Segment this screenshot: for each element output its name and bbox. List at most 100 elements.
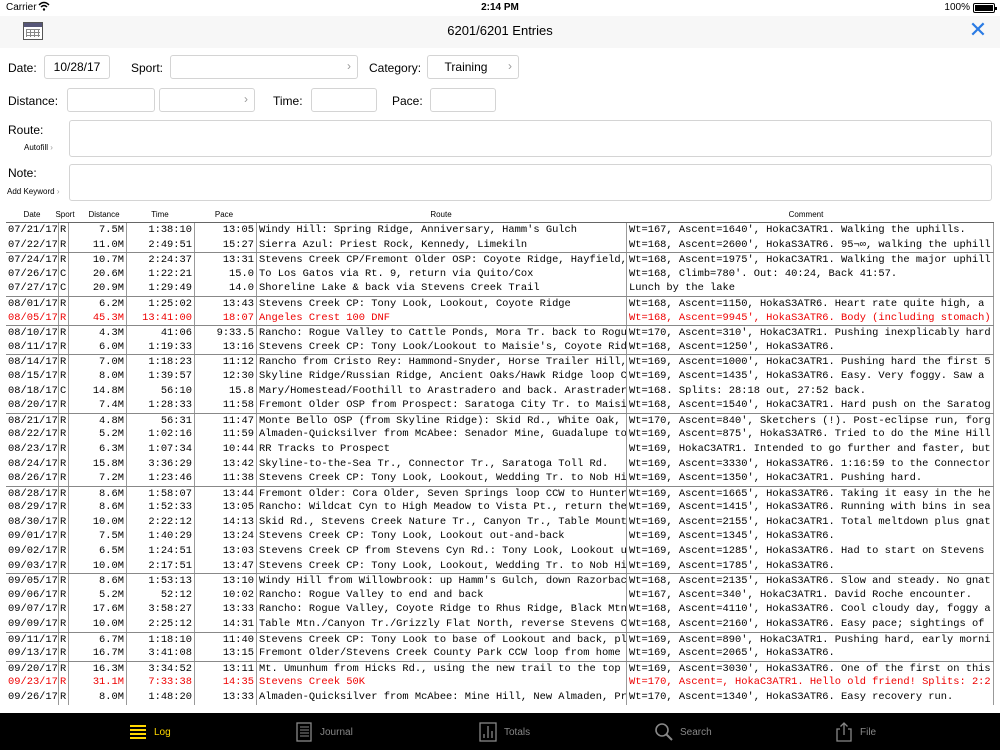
add-keyword-label: Add Keyword — [7, 187, 55, 196]
date-field[interactable]: 10/28/17 — [44, 55, 110, 79]
table-row[interactable]: 09/01/17 R 7.5M 1:40:29 13:24 Stevens Creek C… — [6, 529, 994, 545]
table-row[interactable]: 08/21/17 R 4.8M 56:31 11:47 Monte Bello OSP (… — [6, 412, 994, 429]
table-row[interactable]: 09/11/17 R 6.7M 1:18:10 11:40 Stevens Creek C… — [6, 631, 994, 648]
cell-route: Stevens Creek CP: Tony Look, Lookout, We… — [256, 471, 626, 486]
pace-field[interactable] — [430, 88, 496, 112]
cell-comment: Wt=168, Ascent=9945', HokaS3ATR6. Body (… — [626, 310, 994, 326]
cell-time: 3:58:27 — [126, 602, 194, 618]
table-row[interactable]: 08/20/17 R 7.4M 1:28:33 11:58 Fremont Older O… — [6, 398, 994, 413]
journal-icon — [294, 722, 314, 742]
table-row[interactable]: 08/28/17 R 8.6M 1:58:07 13:44 Fremont Older: … — [6, 485, 994, 502]
route-field[interactable] — [69, 120, 992, 157]
cell-comment: Wt=167, Ascent=1640', HokaC3ATR1. Walkin… — [626, 223, 994, 238]
cell-comment: Lunch by the lake — [626, 281, 994, 296]
table-row[interactable]: 08/29/17 R 8.6M 1:52:33 13:05 Rancho: Wildcat… — [6, 500, 994, 515]
cell-comment: Wt=169, Ascent=1785', HokaS3ATR6. — [626, 558, 994, 574]
tab-log[interactable]: Log — [128, 713, 208, 750]
time-field[interactable] — [311, 88, 377, 112]
cell-sport: R — [58, 456, 67, 472]
cell-time: 1:39:57 — [126, 368, 194, 384]
cell-pace: 13:44 — [194, 486, 256, 502]
table-row[interactable]: 08/11/17 R 6.0M 1:19:33 13:16 Stevens Creek C… — [6, 339, 994, 355]
table-row[interactable]: 08/30/17 R 10.0M 2:22:12 14:13 Skid Rd., Stev… — [6, 514, 994, 530]
table-row[interactable]: 09/26/17 R 8.0M 1:48:20 13:33 Almaden-Quicksi… — [6, 690, 994, 705]
date-label: Date: — [8, 61, 37, 75]
col-pace[interactable]: Pace — [202, 210, 246, 219]
tab-search[interactable]: Search — [654, 713, 734, 750]
close-icon[interactable]: ✕ — [968, 19, 988, 41]
distance-unit-select[interactable]: › — [159, 88, 255, 112]
cell-route: Stevens Creek CP from Stevens Cyn Rd.: T… — [256, 544, 626, 559]
tab-file-label: File — [860, 727, 877, 738]
note-field[interactable] — [69, 164, 992, 201]
cell-route: Stevens Creek CP/Fremont Older OSP: Coyo… — [256, 253, 626, 268]
table-row[interactable]: 08/18/17 C 14.8M 56:10 15.8 Mary/Homestead/Fo… — [6, 383, 994, 399]
tab-file[interactable]: File — [834, 713, 914, 750]
battery-percent: 100% — [944, 2, 970, 13]
col-route[interactable]: Route — [256, 210, 626, 219]
table-row[interactable]: 08/10/17 R 4.3M 41:06 9:33.5 Rancho: Rogue Va… — [6, 325, 994, 341]
cell-pace: 13:05 — [194, 223, 256, 238]
table-row[interactable]: 09/02/17 R 6.5M 1:24:51 13:03 Stevens Creek C… — [6, 544, 994, 559]
table-row[interactable]: 09/09/17 R 10.0M 2:25:12 14:31 Table Mtn./Can… — [6, 617, 994, 632]
cell-comment: Wt=168, Ascent=2160', HokaS3ATR6. Easy p… — [626, 617, 994, 632]
table-row[interactable]: 08/26/17 R 7.2M 1:23:46 11:38 Stevens Creek C… — [6, 471, 994, 486]
cell-date: 07/24/17 — [8, 254, 58, 267]
cell-route: Stevens Creek CP: Tony Look/Lookout to M… — [256, 339, 626, 355]
table-row[interactable]: 08/01/17 R 6.2M 1:25:02 13:43 Stevens Creek C… — [6, 295, 994, 312]
page-title: 6201/6201 Entries — [447, 23, 553, 38]
tab-journal[interactable]: Journal — [294, 713, 374, 750]
cell-route: Sierra Azul: Priest Rock, Kennedy, Limek… — [256, 237, 626, 253]
table-row[interactable]: 09/07/17 R 17.6M 3:58:27 13:33 Rancho: Rogue … — [6, 602, 994, 618]
cell-date: 09/05/17 — [8, 575, 58, 588]
table-row[interactable]: 09/03/17 R 10.0M 2:17:51 13:47 Stevens Creek … — [6, 558, 994, 574]
cell-pace: 14:13 — [194, 514, 256, 530]
cell-time: 1:48:20 — [126, 690, 194, 705]
table-row[interactable]: 09/20/17 R 16.3M 3:34:52 13:11 Mt. Umunhum fr… — [6, 660, 994, 677]
cell-sport: R — [58, 441, 67, 457]
cell-comment: Wt=169, Ascent=3330', HokaS3ATR6. 1:16:5… — [626, 456, 994, 472]
date-value: 10/28/17 — [53, 60, 101, 74]
table-row[interactable]: 09/06/17 R 5.2M 52:12 10:02 Rancho: Rogue Val… — [6, 587, 994, 603]
cell-pace: 18:07 — [194, 310, 256, 326]
table-row[interactable]: 08/23/17 R 6.3M 1:07:34 10:44 RR Tracks to Pr… — [6, 441, 994, 457]
cell-comment: Wt=169, Ascent=890', HokaC3ATR1. Pushing… — [626, 632, 994, 648]
cell-pace: 14.0 — [194, 281, 256, 296]
col-date[interactable]: Date — [6, 210, 58, 219]
table-row[interactable]: 08/15/17 R 8.0M 1:39:57 12:30 Skyline Ridge/R… — [6, 368, 994, 384]
table-row[interactable]: 08/05/17 R 45.3M 13:41:00 18:07 Angeles Crest… — [6, 310, 994, 326]
table-row[interactable]: 07/21/17 R 7.5M 1:38:10 13:05 Windy Hill: Spr… — [6, 223, 994, 238]
add-keyword-button[interactable]: Add Keyword › — [7, 187, 59, 196]
tab-totals[interactable]: Totals — [478, 713, 558, 750]
cell-time: 3:34:52 — [126, 661, 194, 677]
col-time[interactable]: Time — [136, 210, 184, 219]
cell-date: 09/11/17 — [8, 633, 58, 646]
cell-sport: R — [58, 574, 67, 589]
cell-date: 08/18/17 — [8, 384, 58, 397]
cell-comment: Wt=169, HokaC3ATR1. Intended to go furth… — [626, 441, 994, 457]
cell-route: Table Mtn./Canyon Tr./Grizzly Flat North… — [256, 617, 626, 632]
table-row[interactable]: 09/13/17 R 16.7M 3:41:08 13:15 Fremont Older/… — [6, 646, 994, 661]
cell-route: Mt. Umunhum from Hicks Rd., using the ne… — [256, 661, 626, 677]
col-sport[interactable]: Sport — [52, 210, 78, 219]
cell-time: 2:49:51 — [126, 237, 194, 253]
table-row[interactable]: 09/05/17 R 8.6M 1:53:13 13:10 Windy Hill from… — [6, 573, 994, 589]
cell-distance: 20.9M — [68, 281, 126, 296]
category-select[interactable]: Training › — [427, 55, 519, 79]
col-distance[interactable]: Distance — [76, 210, 132, 219]
table-row[interactable]: 07/27/17 C 20.9M 1:29:49 14.0 Shoreline Lake … — [6, 281, 994, 296]
cell-time: 1:38:10 — [126, 223, 194, 238]
table-row[interactable]: 08/14/17 R 7.0M 1:18:23 11:12 Rancho from Cri… — [6, 354, 994, 370]
table-row[interactable]: 09/23/17 R 31.1M 7:33:38 14:35 Stevens Creek … — [6, 675, 994, 690]
col-comment[interactable]: Comment — [626, 210, 986, 219]
table-row[interactable]: 08/24/17 R 15.8M 3:36:29 13:42 Skyline-to-the… — [6, 456, 994, 472]
distance-field[interactable] — [67, 88, 155, 112]
table-row[interactable]: 07/24/17 R 10.7M 2:24:37 13:31 Stevens Creek … — [6, 252, 994, 268]
table-row[interactable]: 08/22/17 R 5.2M 1:02:16 11:59 Almaden-Quicksi… — [6, 427, 994, 442]
cell-date: 08/14/17 — [8, 356, 58, 369]
table-row[interactable]: 07/26/17 C 20.6M 1:22:21 15.0 To Los Gatos vi… — [6, 266, 994, 282]
autofill-button[interactable]: Autofill › — [24, 143, 53, 152]
sport-select[interactable]: › — [170, 55, 358, 79]
table-row[interactable]: 07/22/17 R 11.0M 2:49:51 15:27 Sierra Azul: P… — [6, 237, 994, 253]
cell-date: 08/30/17 — [8, 515, 58, 528]
